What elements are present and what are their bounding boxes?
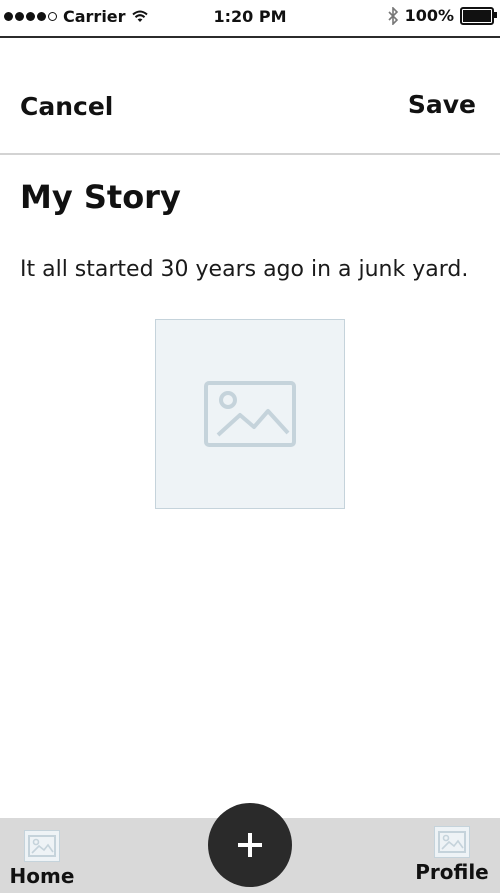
profile-image-icon — [434, 826, 470, 858]
tab-home-label: Home — [9, 864, 75, 888]
tab-home[interactable]: Home — [0, 818, 84, 893]
story-title: My Story — [20, 178, 181, 216]
cancel-button[interactable]: Cancel — [20, 92, 113, 121]
plus-icon — [238, 833, 262, 857]
battery-percent: 100% — [404, 6, 454, 25]
story-image[interactable] — [155, 319, 345, 509]
add-button[interactable] — [208, 803, 292, 887]
battery-icon — [460, 6, 497, 25]
tab-profile-label: Profile — [415, 860, 489, 884]
story-body-text: It all started 30 years ago in a junk ya… — [20, 257, 469, 282]
image-placeholder-icon — [204, 381, 296, 447]
status-right: 100% — [387, 6, 497, 25]
nav-bar: Cancel Save — [0, 38, 500, 155]
status-bar: Carrier 1:20 PM 100% — [0, 0, 500, 38]
save-button[interactable]: Save — [408, 90, 476, 119]
bluetooth-icon — [387, 6, 398, 25]
tab-profile[interactable]: Profile — [404, 818, 500, 893]
home-image-icon — [24, 830, 60, 862]
